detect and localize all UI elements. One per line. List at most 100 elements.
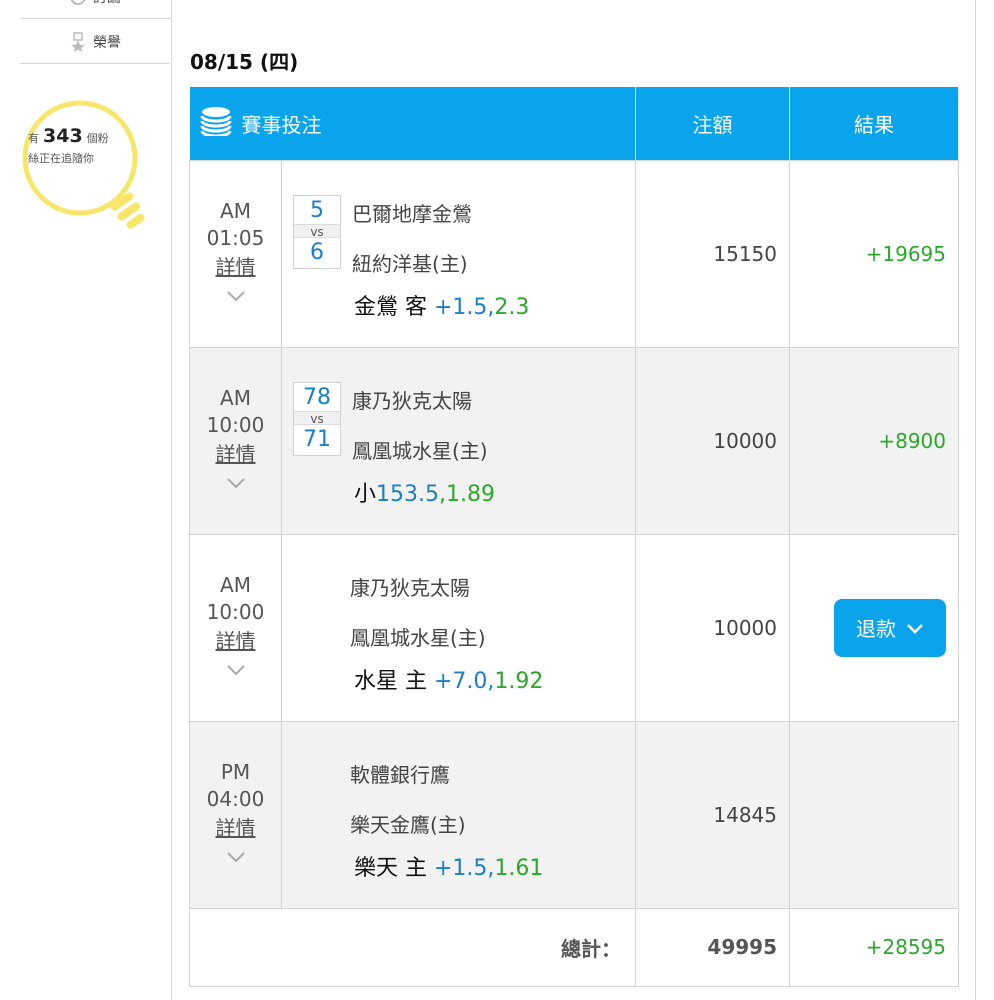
- coins-icon: [200, 106, 232, 141]
- team-away: 巴爾地摩金鶯: [352, 201, 472, 226]
- table-row: AM 10:00 詳情 78 vs 71 康乃狄克太陽 鳳凰城水星(主) 小15…: [189, 346, 959, 535]
- header-amount: 注額: [635, 87, 790, 160]
- table-row: AM 10:00 詳情 康乃狄克太陽 鳳凰城水星(主) 水星 主 +7.0,1.…: [189, 533, 959, 722]
- teams: 康乃狄克太陽 鳳凰城水星(主): [352, 376, 488, 476]
- fans-prefix: 有: [28, 132, 39, 145]
- bet-result: +19695: [789, 159, 959, 348]
- bet-sep: ,: [439, 481, 446, 507]
- team-away: 軟體銀行鷹: [350, 762, 450, 787]
- bet-name: 小: [354, 481, 377, 507]
- time-clock: 01:05: [206, 225, 265, 250]
- header-event-label: 賽事投注: [241, 112, 322, 137]
- bet-pick: 金鶯 客 +1.5,2.3: [354, 289, 529, 321]
- match-info: 78 vs 71 康乃狄克太陽 鳳凰城水星(主) 小153.5,1.89: [281, 346, 636, 535]
- time-period: AM: [220, 385, 251, 410]
- bet-amount: 10000: [635, 533, 790, 722]
- match-time: AM 10:00 詳情: [189, 346, 282, 535]
- fans-count: 343: [43, 125, 83, 147]
- date-heading: 08/15 (四): [190, 50, 299, 74]
- match-time: AM 01:05 詳情: [189, 159, 282, 348]
- score-away: 5: [310, 197, 324, 223]
- team-home: 樂天金鷹(主): [350, 812, 466, 837]
- time-clock: 10:00: [206, 599, 265, 624]
- bet-pick: 小153.5,1.89: [354, 476, 495, 508]
- header-result: 結果: [789, 87, 959, 160]
- header-event: 賽事投注: [189, 87, 636, 160]
- chevron-down-icon[interactable]: [190, 470, 281, 497]
- bet-odds: 2.3: [494, 294, 530, 320]
- team-away: 康乃狄克太陽: [352, 388, 472, 413]
- score-away: 78: [303, 384, 331, 410]
- detail-link[interactable]: 詳情: [190, 254, 281, 281]
- refund-button[interactable]: 退款: [834, 598, 946, 657]
- bet-amount: 14845: [635, 720, 790, 909]
- score-home: 71: [303, 426, 331, 452]
- team-home: 鳳凰城水星(主): [350, 625, 486, 650]
- sidebar: 討論 榮譽 有 343個粉 絲正在追隨你: [0, 0, 172, 1000]
- lightbulb-icon: [22, 100, 145, 229]
- bet-amount: 10000: [635, 346, 790, 535]
- teams: 康乃狄克太陽 鳳凰城水星(主): [350, 563, 486, 663]
- score-box: 78 vs 71: [293, 381, 341, 456]
- team-home: 鳳凰城水星(主): [352, 438, 488, 463]
- time-period: PM: [220, 759, 251, 784]
- vs-label: vs: [294, 410, 340, 426]
- chevron-down-icon[interactable]: [190, 844, 281, 871]
- time-period: AM: [220, 198, 251, 223]
- chat-icon: [69, 0, 87, 6]
- total-amount: 49995: [635, 907, 790, 987]
- chevron-down-icon[interactable]: [190, 283, 281, 310]
- detail-link[interactable]: 詳情: [190, 628, 281, 655]
- sidebar-item-discussion[interactable]: 討論: [20, 0, 170, 19]
- bet-line: +1.5: [434, 294, 488, 320]
- sidebar-item-label: 榮譽: [93, 34, 121, 51]
- sidebar-item-honor[interactable]: 榮譽: [20, 20, 170, 64]
- bet-pick: 水星 主 +7.0,1.92: [354, 663, 543, 695]
- table-row: AM 01:05 詳情 5 vs 6 巴爾地摩金鶯 紐約洋基(主) 金鶯 客 +…: [189, 159, 959, 348]
- bet-result: +8900: [789, 346, 959, 535]
- bet-line: 153.5: [376, 481, 439, 507]
- total-result: +28595: [789, 907, 959, 987]
- medal-icon: [69, 31, 87, 52]
- match-info: 康乃狄克太陽 鳳凰城水星(主) 水星 主 +7.0,1.92: [281, 533, 636, 722]
- bet-pick: 樂天 主 +1.5,1.61: [354, 850, 543, 882]
- teams: 軟體銀行鷹 樂天金鷹(主): [350, 750, 466, 850]
- total-label: 總計：: [189, 907, 636, 987]
- score-home: 6: [310, 239, 324, 265]
- sidebar-item-label: 討論: [93, 0, 121, 7]
- match-time: PM 04:00 詳情: [189, 720, 282, 909]
- time-clock: 04:00: [206, 786, 265, 811]
- bet-amount: 15150: [635, 159, 790, 348]
- score-box: 5 vs 6: [293, 194, 341, 269]
- bet-odds: 1.61: [494, 855, 544, 881]
- detail-link[interactable]: 詳情: [190, 441, 281, 468]
- match-info: 軟體銀行鷹 樂天金鷹(主) 樂天 主 +1.5,1.61: [281, 720, 636, 909]
- detail-link[interactable]: 詳情: [190, 815, 281, 842]
- time-period: AM: [220, 572, 251, 597]
- time-clock: 10:00: [206, 412, 265, 437]
- teams: 巴爾地摩金鶯 紐約洋基(主): [352, 189, 472, 289]
- bet-odds: 1.92: [494, 668, 544, 694]
- bet-line: +1.5: [434, 855, 488, 881]
- refund-label: 退款: [856, 617, 896, 641]
- bet-line: +7.0: [434, 668, 488, 694]
- bet-name: 金鶯 客: [354, 294, 427, 320]
- chevron-down-icon[interactable]: [190, 657, 281, 684]
- right-divider: [975, 0, 976, 1000]
- match-time: AM 10:00 詳情: [189, 533, 282, 722]
- bet-result: 退款: [789, 533, 959, 722]
- fans-info: 有 343 個粉 絲正在追隨你: [28, 122, 138, 167]
- bet-name: 水星 主: [354, 668, 427, 694]
- bet-result: [789, 720, 959, 909]
- bet-name: 樂天 主: [354, 855, 427, 881]
- chevron-down-icon: [906, 616, 924, 640]
- total-row: 總計： 49995 +28595: [189, 907, 959, 987]
- fans-suffix: 個粉: [86, 132, 109, 145]
- vs-label: vs: [294, 223, 340, 239]
- bet-table: 賽事投注 注額 結果 AM 01:05 詳情 5 vs 6 巴爾地摩金鶯 紐約洋…: [189, 87, 959, 987]
- team-away: 康乃狄克太陽: [350, 575, 470, 600]
- team-home: 紐約洋基(主): [352, 251, 468, 276]
- table-row: PM 04:00 詳情 軟體銀行鷹 樂天金鷹(主) 樂天 主 +1.5,1.61: [189, 720, 959, 909]
- fans-line2: 絲正在追隨你: [28, 151, 94, 165]
- match-info: 5 vs 6 巴爾地摩金鶯 紐約洋基(主) 金鶯 客 +1.5,2.3: [281, 159, 636, 348]
